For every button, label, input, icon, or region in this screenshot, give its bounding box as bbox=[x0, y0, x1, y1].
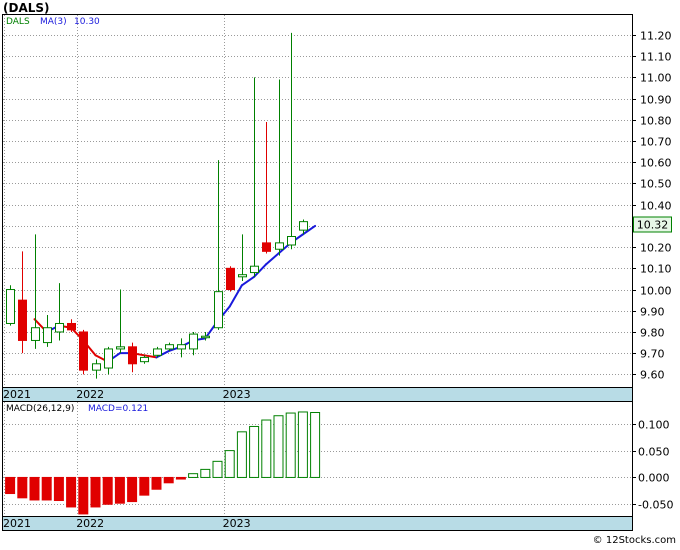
macd-legend-value: MACD=0.121 bbox=[88, 404, 148, 414]
candle-body bbox=[116, 346, 125, 350]
candle-body bbox=[214, 291, 223, 329]
price-legend-ma-value: 10.30 bbox=[74, 17, 100, 27]
macd-y-axis: -0.050 0.000 0.050 0.100 bbox=[632, 419, 673, 512]
candle-body bbox=[238, 274, 247, 278]
macd-bar bbox=[78, 476, 89, 515]
price-legend-ma-label: MA(3) bbox=[40, 17, 67, 27]
macd-tick-label: -0.050 bbox=[638, 499, 673, 512]
chart-title: (DALS) bbox=[3, 1, 50, 15]
price-tick-label: 10.80 bbox=[640, 115, 672, 128]
stock-chart: (DALS) 9.60 9.70 9.80 9.90 10.00 10.10 10.20 10… bbox=[0, 0, 680, 546]
macd-bar bbox=[249, 425, 260, 478]
candle-body bbox=[153, 348, 162, 356]
candle-body bbox=[18, 299, 27, 341]
price-tick-label: 10.10 bbox=[640, 263, 672, 276]
macd-bar bbox=[139, 476, 150, 496]
candle-body bbox=[6, 289, 15, 324]
current-price-label: 10.32 bbox=[637, 219, 669, 232]
macd-bar bbox=[236, 431, 247, 478]
macd-bar bbox=[151, 476, 162, 490]
price-tick-label: 11.20 bbox=[640, 30, 672, 43]
macd-bar bbox=[127, 476, 138, 503]
price-x-label: 2022 bbox=[76, 388, 104, 401]
candle bbox=[79, 329, 88, 375]
macd-bar bbox=[175, 476, 186, 480]
candle-body bbox=[250, 265, 259, 274]
macd-bar bbox=[53, 476, 64, 502]
price-tick-label: 9.70 bbox=[640, 348, 665, 361]
price-tick-label: 11.10 bbox=[640, 51, 672, 64]
price-tick-label: 9.80 bbox=[640, 327, 665, 340]
macd-bar bbox=[212, 460, 223, 478]
price-tick-label: 9.60 bbox=[640, 369, 665, 382]
macd-bar bbox=[102, 476, 113, 505]
candle-body bbox=[92, 363, 101, 371]
macd-bar bbox=[310, 412, 321, 478]
candle bbox=[226, 266, 235, 292]
price-tick-label: 9.90 bbox=[640, 306, 665, 319]
macd-x-label: 2021 bbox=[3, 517, 31, 530]
macd-bar bbox=[285, 412, 296, 478]
candle-body bbox=[79, 331, 88, 371]
macd-x-label: 2022 bbox=[76, 517, 104, 530]
price-y-axis: 9.609.709.809.9010.0010.1010.2010.3010.4… bbox=[632, 30, 672, 382]
macd-bar bbox=[200, 468, 211, 478]
candle-body bbox=[226, 267, 235, 291]
candle-body bbox=[262, 242, 271, 252]
macd-bar bbox=[224, 450, 235, 478]
candle-body bbox=[275, 242, 284, 250]
price-tick-label: 11.00 bbox=[640, 72, 672, 85]
macd-bar bbox=[163, 476, 174, 484]
macd-bar bbox=[41, 476, 52, 501]
macd-tick-label: 0.050 bbox=[638, 446, 670, 459]
footer-credit: © 12Stocks.com bbox=[593, 535, 676, 546]
macd-bar bbox=[66, 476, 77, 508]
price-tick-label: 10.00 bbox=[640, 285, 672, 298]
macd-bar bbox=[273, 415, 284, 478]
candle-body bbox=[31, 327, 40, 341]
macd-bar bbox=[90, 476, 101, 508]
macd-x-label: 2023 bbox=[223, 517, 251, 530]
candle-body bbox=[189, 333, 198, 350]
macd-legend-label: MACD(26,12,9) bbox=[6, 404, 74, 414]
price-tick-label: 10.20 bbox=[640, 242, 672, 255]
candle-body bbox=[55, 322, 64, 333]
price-tick-label: 10.40 bbox=[640, 200, 672, 213]
macd-bar bbox=[29, 476, 40, 501]
candle-body bbox=[140, 356, 149, 363]
macd-bar bbox=[114, 476, 125, 504]
candle-body bbox=[43, 327, 52, 344]
candle-body bbox=[201, 335, 210, 339]
price-panel-frame bbox=[2, 14, 633, 402]
candle-body bbox=[67, 322, 76, 331]
candle-body bbox=[104, 348, 113, 369]
price-tick-label: 10.90 bbox=[640, 94, 672, 107]
chart-svg: (DALS) 9.60 9.70 9.80 9.90 10.00 10.10 10.20 10… bbox=[2, 1, 676, 546]
candle-body bbox=[177, 344, 186, 350]
macd-bar bbox=[261, 419, 272, 478]
macd-bar bbox=[188, 473, 199, 478]
candle-body bbox=[287, 236, 296, 246]
price-tick-label: 10.50 bbox=[640, 178, 672, 191]
candle-body bbox=[299, 221, 308, 231]
macd-bar bbox=[5, 476, 16, 495]
price-tick-label: 10.60 bbox=[640, 157, 672, 170]
macd-tick-label: 0.000 bbox=[638, 472, 670, 485]
macd-tick-label: 0.100 bbox=[638, 419, 670, 432]
price-legend-ticker: DALS bbox=[6, 17, 30, 27]
candle-body bbox=[165, 344, 174, 350]
price-x-label: 2021 bbox=[3, 388, 31, 401]
price-tick-label: 10.70 bbox=[640, 136, 672, 149]
macd-bar bbox=[297, 411, 308, 478]
candle-body bbox=[128, 346, 137, 365]
price-x-label: 2023 bbox=[223, 388, 251, 401]
candle bbox=[6, 285, 15, 326]
macd-bar bbox=[17, 476, 28, 499]
